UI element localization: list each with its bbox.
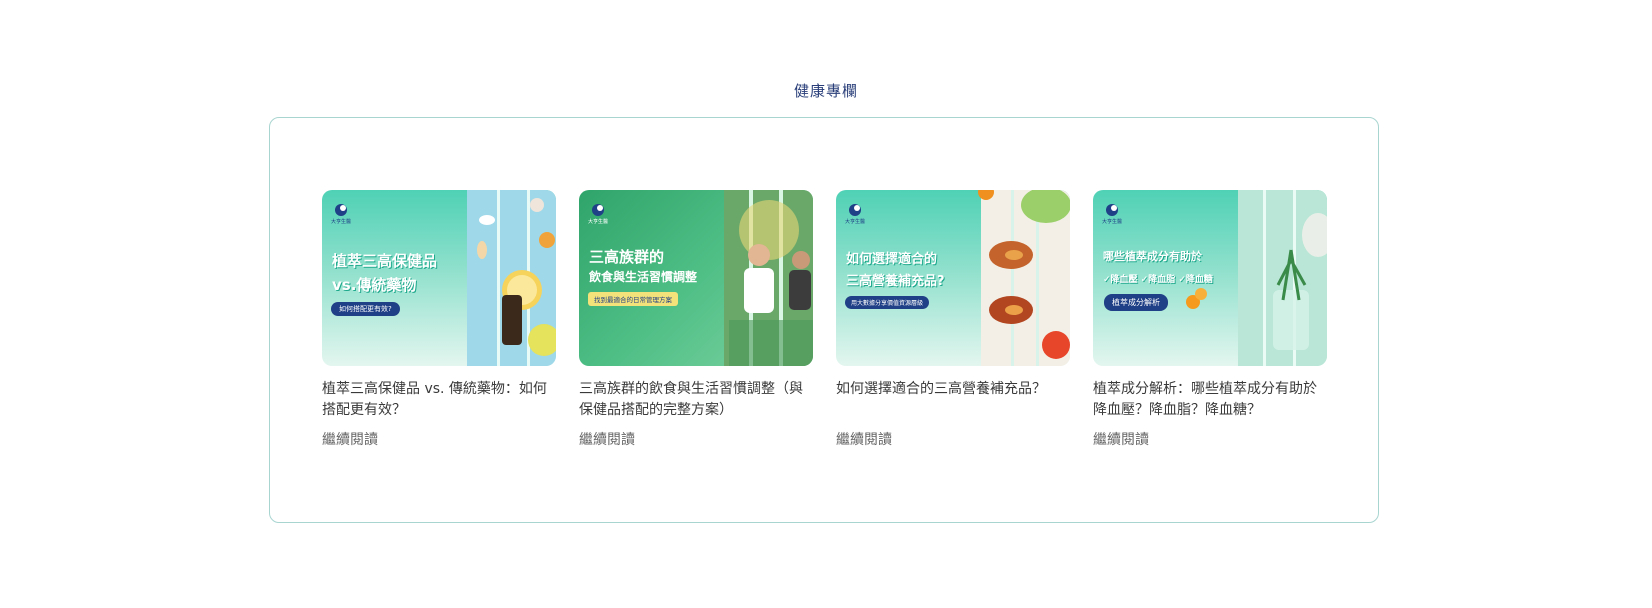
thumbnail-logo-text: 大亨生醫 xyxy=(845,219,866,225)
read-more-link[interactable]: 繼續閱讀 xyxy=(1093,429,1149,449)
thumbnail-headline: 植萃三高保健品 xyxy=(332,252,438,270)
read-more-link[interactable]: 繼續閱讀 xyxy=(322,429,378,449)
thumbnail-pill: 找到最適合的日常管理方案 xyxy=(588,292,678,306)
article-title[interactable]: 植萃三高保健品 vs. 傳統藥物：如何搭配更有效？ xyxy=(322,379,556,421)
article-card[interactable]: 大亨生醫 植萃三高保健品 vs.傳統藥物 如何搭配更有效? 植萃三高保健品 vs… xyxy=(322,190,556,449)
article-thumbnail[interactable]: 大亨生醫 哪些植萃成分有助於 ✓降血壓 ✓降血脂 ✓降血糖 植萃成分解析 xyxy=(1093,190,1327,366)
article-title[interactable]: 三高族群的飲食與生活習慣調整（與保健品搭配的完整方案） xyxy=(579,379,813,421)
thumbnail-headline-2: vs.傳統藥物 xyxy=(332,276,417,294)
thumbnail-pill: 用大數據分享價值資源層級 xyxy=(845,296,930,309)
read-more-link[interactable]: 繼續閱讀 xyxy=(836,429,892,449)
thumbnail-logo-text: 大亨生醫 xyxy=(331,219,352,225)
article-list: 大亨生醫 植萃三高保健品 vs.傳統藥物 如何搭配更有效? 植萃三高保健品 vs… xyxy=(322,190,1327,449)
article-thumbnail[interactable]: 大亨生醫 如何選擇適合的 三高營養補充品? 用大數據分享價值資源層級 xyxy=(836,190,1070,366)
section-title: 健康專欄 xyxy=(793,82,858,100)
thumbnail-headline-2: ✓降血壓 ✓降血脂 ✓降血糖 xyxy=(1103,275,1213,285)
article-thumbnail[interactable]: 大亨生醫 三高族群的 飲食與生活習慣調整 找到最適合的日常管理方案 xyxy=(579,190,813,366)
article-title[interactable]: 植萃成分解析：哪些植萃成分有助於降血壓？降血脂？降血糖？ xyxy=(1093,379,1327,421)
article-title[interactable]: 如何選擇適合的三高營養補充品？ xyxy=(836,379,1070,421)
thumbnail-pill: 植萃成分解析 xyxy=(1104,294,1168,311)
read-more-link[interactable]: 繼續閱讀 xyxy=(579,429,635,449)
thumbnail-headline: 哪些植萃成分有助於 xyxy=(1103,250,1202,263)
article-thumbnail[interactable]: 大亨生醫 植萃三高保健品 vs.傳統藥物 如何搭配更有效? xyxy=(322,190,556,366)
thumbnail-headline: 如何選擇適合的 xyxy=(846,252,938,267)
thumbnail-headline-2: 三高營養補充品? xyxy=(846,274,945,289)
thumbnail-headline-2: 飲食與生活習慣調整 xyxy=(589,270,698,284)
thumbnail-headline: 三高族群的 xyxy=(589,248,665,266)
article-card[interactable]: 大亨生醫 如何選擇適合的 三高營養補充品? 用大數據分享價值資源層級 如何選擇適… xyxy=(836,190,1070,449)
article-card[interactable]: 大亨生醫 哪些植萃成分有助於 ✓降血壓 ✓降血脂 ✓降血糖 植萃成分解析 植萃成… xyxy=(1093,190,1327,449)
thumbnail-logo-text: 大亨生醫 xyxy=(588,219,609,225)
thumbnail-pill: 如何搭配更有效? xyxy=(331,302,400,316)
article-card[interactable]: 大亨生醫 三高族群的 飲食與生活習慣調整 找到最適合的日常管理方案 三高族群的飲… xyxy=(579,190,813,449)
articles-panel: 大亨生醫 植萃三高保健品 vs.傳統藥物 如何搭配更有效? 植萃三高保健品 vs… xyxy=(269,117,1379,523)
thumbnail-logo-text: 大亨生醫 xyxy=(1102,219,1123,225)
